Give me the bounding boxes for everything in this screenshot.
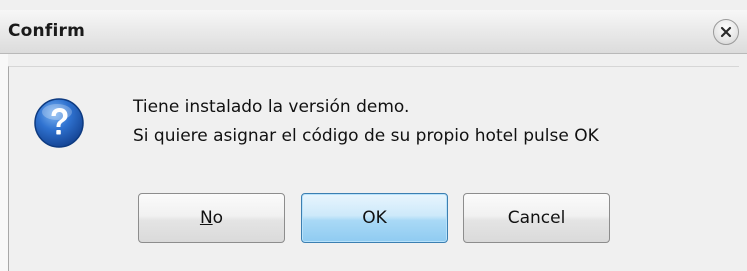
close-icon: [720, 26, 732, 38]
close-button[interactable]: [713, 19, 739, 45]
cancel-button-label: Cancel: [507, 208, 566, 228]
confirm-dialog: Confirm Tiene instalado la versión demo.…: [0, 0, 747, 271]
no-button[interactable]: No: [138, 193, 285, 243]
cancel-button[interactable]: Cancel: [463, 193, 610, 243]
no-button-label: o: [212, 208, 224, 228]
ok-button-label: OK: [362, 208, 387, 228]
dialog-title: Confirm: [8, 21, 85, 41]
title-bar[interactable]: Confirm: [0, 10, 747, 54]
question-icon: [34, 98, 84, 148]
message-line-1: Tiene instalado la versión demo.: [133, 97, 410, 117]
message-line-2: Si quiere asignar el código de su propio…: [133, 126, 599, 146]
ok-button[interactable]: OK: [301, 193, 448, 243]
message-text: Tiene instalado la versión demo. Si quie…: [133, 93, 599, 151]
no-button-mnemonic: N: [199, 208, 213, 228]
dialog-frame-edge: [0, 54, 8, 271]
